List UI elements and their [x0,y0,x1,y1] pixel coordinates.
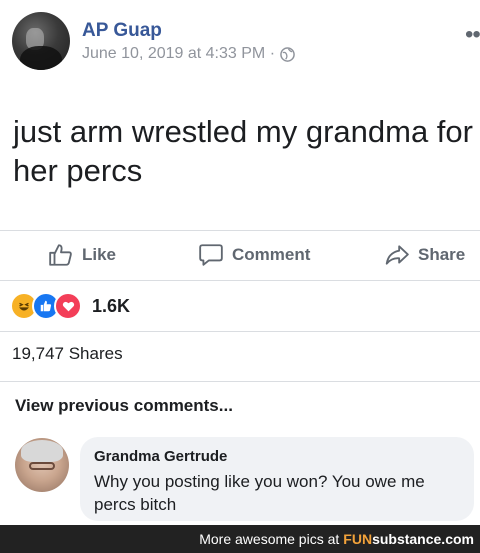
shares-count-link[interactable]: 19,747 Shares [12,344,123,364]
avatar-body-shape [20,46,62,70]
reactions-summary[interactable]: 1.6K [10,291,130,321]
author-avatar[interactable] [12,12,70,70]
divider [0,331,480,332]
share-button[interactable]: Share [384,232,465,278]
divider [0,230,480,231]
globe-icon [280,46,295,62]
divider [0,381,480,382]
share-arrow-icon [384,242,410,268]
comment-bubble: Grandma Gertrude Why you posting like yo… [80,437,474,521]
footer-brand: FUNsubstance.com [343,531,474,547]
comment-label: Comment [232,245,311,264]
footer-brand-suffix: substance.com [372,531,474,547]
comment-text: Why you posting like you won? You owe me… [94,472,425,514]
like-label: Like [82,245,117,264]
reaction-count: 1.6K [92,295,131,316]
commenter-name-link[interactable]: Grandma Gertrude [94,448,227,465]
more-options-icon[interactable]: •• [465,23,480,47]
like-button[interactable]: Like [48,232,116,278]
divider [0,280,480,281]
post-timestamp[interactable]: June 10, 2019 at 4:33 PM · [82,45,275,63]
love-reaction-icon [54,292,82,320]
avatar-glasses-shape [29,462,55,470]
author-name-link[interactable]: AP Guap [82,20,162,42]
watermark-footer: More awesome pics at FUNsubstance.com [0,525,480,553]
view-previous-comments-link[interactable]: View previous comments... [15,396,233,416]
share-label: Share [418,245,466,264]
thumbs-up-icon [48,242,74,268]
post-timestamp-row: June 10, 2019 at 4:33 PM · [82,45,295,63]
footer-brand-prefix: FUN [343,531,373,547]
post-text: just arm wrestled my grandma for her per… [13,114,473,188]
post-actions: Like Comment Share [0,232,480,278]
comment-button[interactable]: Comment [198,232,310,278]
comment-bubble-icon [198,242,224,268]
post-header: AP Guap June 10, 2019 at 4:33 PM · •• [0,0,480,90]
footer-text: More awesome pics at [199,531,340,547]
avatar-hair-shape [21,440,63,462]
commenter-avatar[interactable] [15,438,69,492]
